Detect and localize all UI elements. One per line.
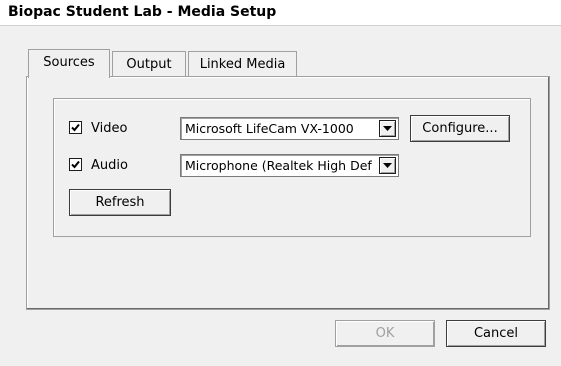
window-title: Biopac Student Lab - Media Setup [8, 4, 277, 20]
ok-button-label: OK [375, 326, 395, 341]
refresh-button-label: Refresh [95, 195, 145, 210]
audio-device-value: Microphone (Realtek High Def [185, 158, 372, 173]
tab-label: Output [126, 57, 172, 72]
tab-label: Linked Media [199, 57, 286, 72]
chevron-down-icon [383, 126, 392, 131]
ok-button[interactable]: OK [335, 320, 435, 347]
chevron-down-icon [383, 163, 392, 168]
video-dropdown-button[interactable] [379, 120, 396, 137]
title-bar[interactable]: Biopac Student Lab - Media Setup [0, 0, 561, 25]
audio-checkbox[interactable] [69, 158, 82, 171]
tab-sources[interactable]: Sources [28, 49, 110, 78]
configure-button-label: Configure... [422, 121, 498, 136]
cancel-button[interactable]: Cancel [446, 320, 546, 347]
check-icon [71, 123, 80, 132]
cancel-button-label: Cancel [473, 326, 519, 341]
video-checkbox[interactable] [69, 121, 82, 134]
video-label: Video [91, 121, 128, 136]
audio-dropdown-button[interactable] [379, 157, 396, 174]
video-device-value: Microsoft LifeCam VX-1000 [185, 121, 354, 136]
tab-output[interactable]: Output [112, 51, 186, 78]
audio-label: Audio [91, 158, 128, 173]
refresh-button[interactable]: Refresh [69, 189, 171, 216]
configure-button[interactable]: Configure... [410, 115, 510, 142]
tab-linked-media[interactable]: Linked Media [188, 51, 297, 78]
audio-device-select[interactable]: Microphone (Realtek High Def [180, 154, 399, 177]
tab-label: Sources [43, 55, 95, 70]
check-icon [71, 160, 80, 169]
video-device-select[interactable]: Microsoft LifeCam VX-1000 [180, 117, 399, 140]
